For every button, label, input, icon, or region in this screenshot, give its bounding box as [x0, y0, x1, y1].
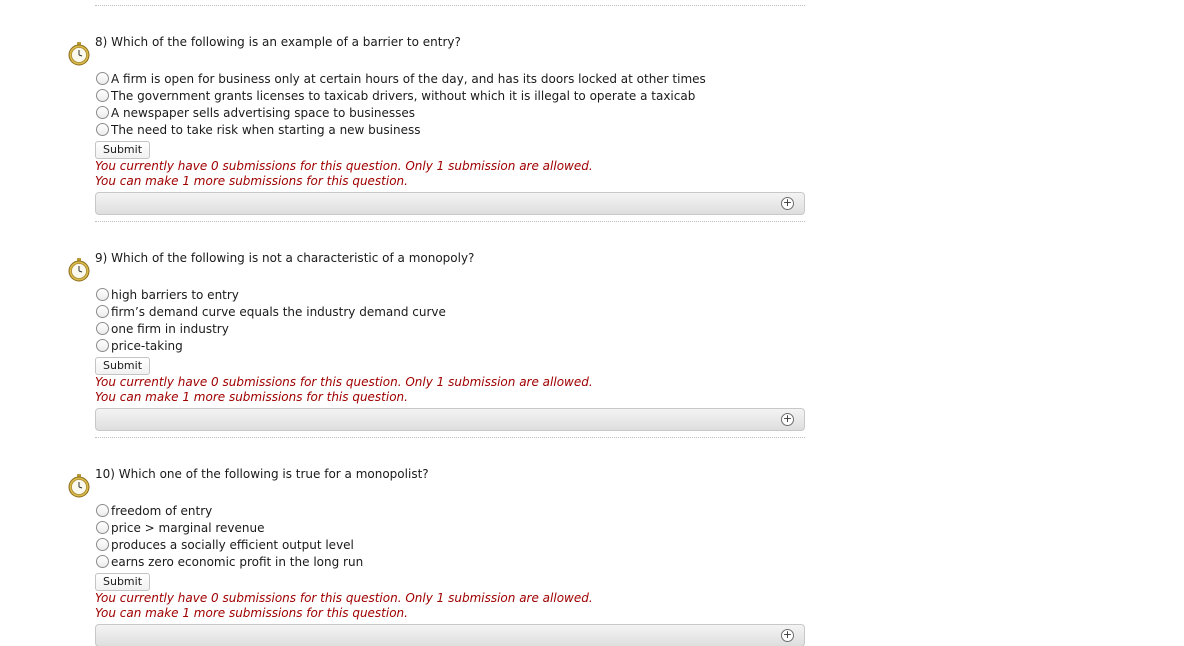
radio-button[interactable] [96, 322, 109, 335]
radio-button[interactable] [96, 521, 109, 534]
question-text: 10) Which one of the following is true f… [95, 467, 429, 481]
radio-button[interactable] [96, 89, 109, 102]
radio-button[interactable] [96, 123, 109, 136]
option-label: price-taking [111, 338, 183, 353]
question-text: 8) Which of the following is an example … [95, 35, 461, 49]
question-block: 9) Which of the following is not a chara… [0, 228, 820, 444]
submit-button[interactable]: Submit [95, 357, 151, 375]
stopwatch-icon [68, 42, 90, 66]
answer-option[interactable]: price > marginal revenue [96, 519, 363, 536]
option-label: A newspaper sells advertising space to b… [111, 105, 416, 120]
plus-circle-icon[interactable]: + [781, 197, 794, 210]
answer-option[interactable]: freedom of entry [96, 502, 363, 519]
answer-option[interactable]: earns zero economic profit in the long r… [96, 553, 363, 570]
answer-option[interactable]: price-taking [96, 337, 446, 354]
submission-status: You currently have 0 submissions for thi… [95, 375, 593, 405]
quiz-page: 8) Which of the following is an example … [0, 0, 1184, 646]
question-block: 8) Which of the following is an example … [0, 12, 820, 228]
submission-count-text: You currently have 0 submissions for thi… [95, 159, 593, 173]
option-label: one firm in industry [111, 321, 229, 336]
submit-button[interactable]: Submit [95, 573, 151, 591]
answer-options: A firm is open for business only at cert… [96, 70, 706, 138]
answer-options: high barriers to entry firm’s demand cur… [96, 286, 446, 354]
radio-button[interactable] [96, 305, 109, 318]
answer-option[interactable]: firm’s demand curve equals the industry … [96, 303, 446, 320]
plus-circle-icon[interactable]: + [781, 413, 794, 426]
radio-button[interactable] [96, 106, 109, 119]
stopwatch-icon [68, 258, 90, 282]
answer-option[interactable]: high barriers to entry [96, 286, 446, 303]
option-label: high barriers to entry [111, 287, 239, 302]
option-label: firm’s demand curve equals the industry … [111, 304, 446, 319]
radio-button[interactable] [96, 538, 109, 551]
radio-button[interactable] [96, 555, 109, 568]
submission-count-text: You currently have 0 submissions for thi… [95, 591, 593, 605]
answer-option[interactable]: produces a socially efficient output lev… [96, 536, 363, 553]
answer-option[interactable]: one firm in industry [96, 320, 446, 337]
expand-panel-bar[interactable]: + [95, 408, 805, 431]
radio-button[interactable] [96, 288, 109, 301]
option-label: produces a socially efficient output lev… [111, 537, 354, 552]
plus-circle-icon[interactable]: + [781, 629, 794, 642]
submission-status: You currently have 0 submissions for thi… [95, 591, 593, 621]
answer-option[interactable]: A firm is open for business only at cert… [96, 70, 706, 87]
remaining-submissions-text: You can make 1 more submissions for this… [95, 390, 408, 404]
submission-count-text: You currently have 0 submissions for thi… [95, 375, 593, 389]
remaining-submissions-text: You can make 1 more submissions for this… [95, 606, 408, 620]
radio-button[interactable] [96, 504, 109, 517]
question-divider [95, 5, 805, 6]
option-label: The need to take risk when starting a ne… [111, 122, 421, 137]
radio-button[interactable] [96, 339, 109, 352]
answer-option[interactable]: A newspaper sells advertising space to b… [96, 104, 706, 121]
question-block: 10) Which one of the following is true f… [0, 444, 820, 646]
option-label: earns zero economic profit in the long r… [111, 554, 364, 569]
remaining-submissions-text: You can make 1 more submissions for this… [95, 174, 408, 188]
answer-option[interactable]: The government grants licenses to taxica… [96, 87, 706, 104]
option-label: freedom of entry [111, 503, 213, 518]
expand-panel-bar[interactable]: + [95, 192, 805, 215]
answer-option[interactable]: The need to take risk when starting a ne… [96, 121, 706, 138]
option-label: A firm is open for business only at cert… [111, 71, 706, 86]
option-label: price > marginal revenue [111, 520, 265, 535]
question-text: 9) Which of the following is not a chara… [95, 251, 475, 265]
question-divider [95, 437, 805, 438]
answer-options: freedom of entry price > marginal revenu… [96, 502, 363, 570]
stopwatch-icon [68, 474, 90, 498]
radio-button[interactable] [96, 72, 109, 85]
option-label: The government grants licenses to taxica… [111, 88, 696, 103]
submit-button[interactable]: Submit [95, 141, 151, 159]
question-divider [95, 221, 805, 222]
expand-panel-bar[interactable]: + [95, 624, 805, 646]
submission-status: You currently have 0 submissions for thi… [95, 159, 593, 189]
